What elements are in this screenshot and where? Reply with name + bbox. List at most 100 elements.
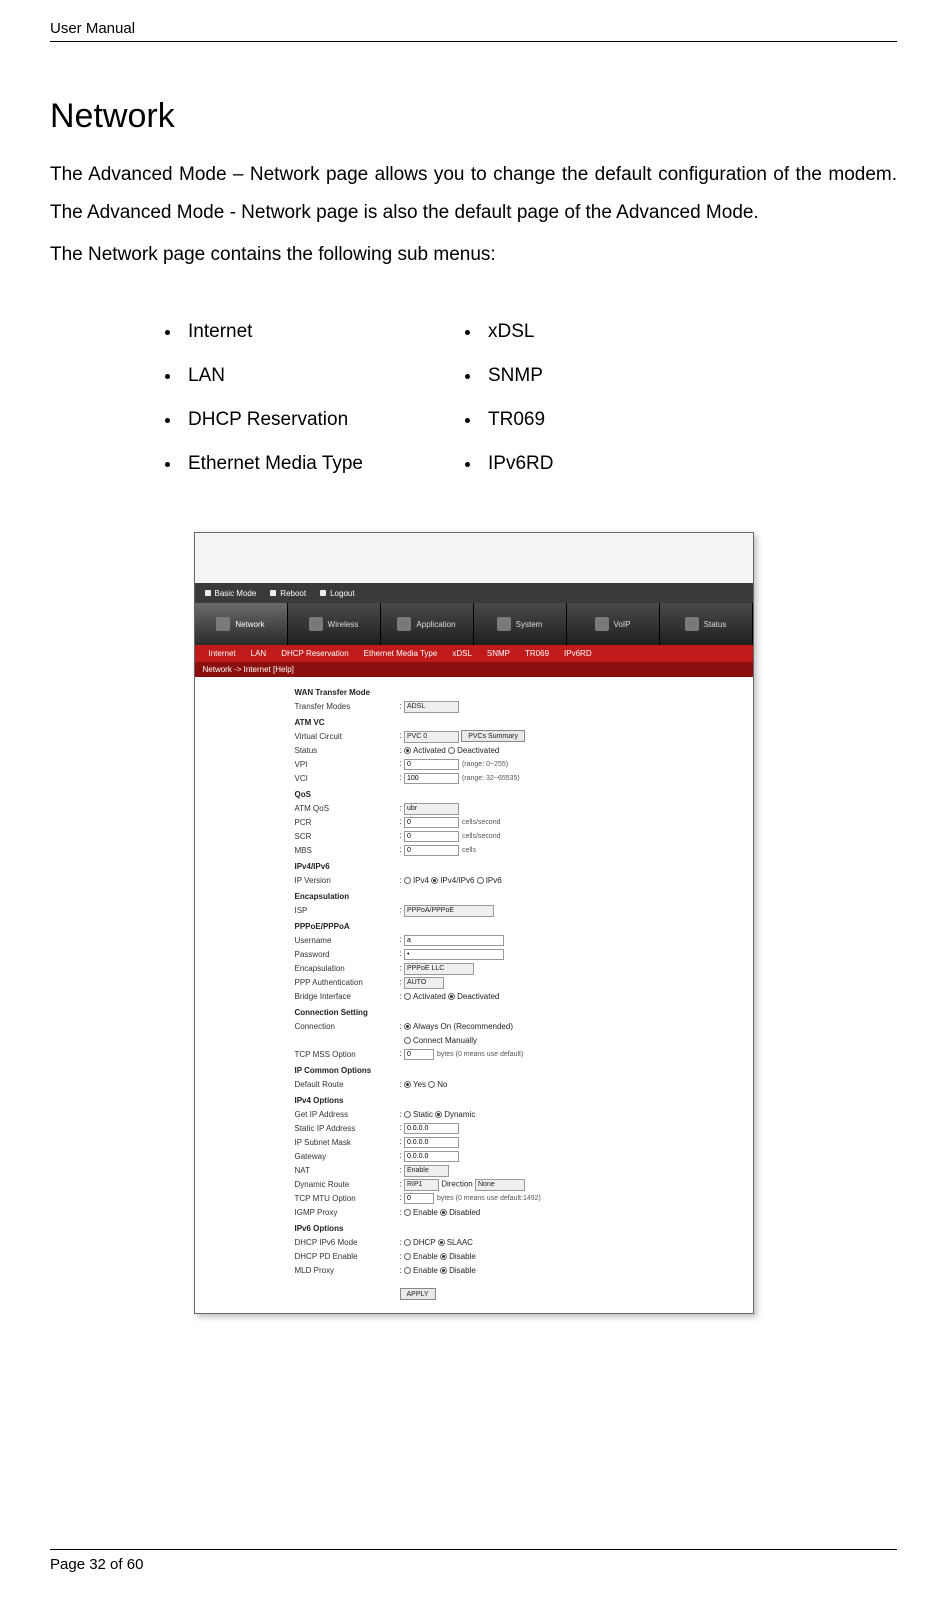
apply-button[interactable]: APPLY xyxy=(400,1288,436,1300)
status-icon xyxy=(685,617,699,631)
label-mbs: MBS xyxy=(295,846,400,855)
always-on-radio[interactable] xyxy=(404,1023,411,1030)
label-transfer-modes: Transfer Modes xyxy=(295,702,400,711)
logout-link[interactable]: Logout xyxy=(320,589,354,598)
isp-select[interactable]: PPPoA/PPPoE xyxy=(404,905,494,917)
tab-network[interactable]: Network xyxy=(195,603,288,645)
encapsulation-select[interactable]: PPPoE LLC xyxy=(404,963,474,975)
subnet-input[interactable] xyxy=(404,1137,459,1148)
username-input[interactable] xyxy=(404,935,504,946)
label-subnet: IP Subnet Mask xyxy=(295,1138,400,1147)
page-footer-prefix: Page xyxy=(50,1556,89,1573)
static-ip-input[interactable] xyxy=(404,1123,459,1134)
connect-manually-radio[interactable] xyxy=(404,1037,411,1044)
igmp-disabled-radio[interactable] xyxy=(440,1209,447,1216)
router-breadcrumb: Network -> Internet [Help] xyxy=(195,662,753,677)
label-dhcp-ipv6-mode: DHCP IPv6 Mode xyxy=(295,1238,400,1247)
label-dhcp-pd: DHCP PD Enable xyxy=(295,1252,400,1261)
direction-select[interactable]: None xyxy=(475,1179,525,1191)
subtab-xdsl[interactable]: xDSL xyxy=(452,649,472,658)
dhcp-pd-enable-radio[interactable] xyxy=(404,1253,411,1260)
pcr-input[interactable] xyxy=(404,817,459,828)
section-encapsulation: Encapsulation xyxy=(295,892,743,901)
slaac-radio[interactable] xyxy=(438,1239,445,1246)
subtab-internet[interactable]: Internet xyxy=(209,649,236,658)
subtab-tr069[interactable]: TR069 xyxy=(525,649,549,658)
default-route-yes-radio[interactable] xyxy=(404,1081,411,1088)
label-get-ip: Get IP Address xyxy=(295,1110,400,1119)
section-ip-common: IP Common Options xyxy=(295,1066,743,1075)
tcp-mss-input[interactable] xyxy=(404,1049,434,1060)
router-screenshot: Basic Mode Reboot Logout Network Wireles… xyxy=(194,532,754,1314)
tab-application[interactable]: Application xyxy=(381,603,474,645)
section-connection: Connection Setting xyxy=(295,1008,743,1017)
submenu-columns: Internet LAN DHCP Reservation Ethernet M… xyxy=(50,299,897,497)
label-scr: SCR xyxy=(295,832,400,841)
transfer-modes-select[interactable]: ADSL xyxy=(404,701,459,713)
get-ip-static-radio[interactable] xyxy=(404,1111,411,1118)
gateway-input[interactable] xyxy=(404,1151,459,1162)
status-activated-radio[interactable] xyxy=(404,747,411,754)
status-deactivated-radio[interactable] xyxy=(448,747,455,754)
ipv6-radio[interactable] xyxy=(477,877,484,884)
page-footer-of: of 60 xyxy=(106,1556,144,1573)
subtab-ethernet-media[interactable]: Ethernet Media Type xyxy=(364,649,438,658)
submenu-item: LAN xyxy=(182,365,460,387)
subtab-ipv6rd[interactable]: IPv6RD xyxy=(564,649,592,658)
label-tcp-mss: TCP MSS Option xyxy=(295,1050,400,1059)
ppp-auth-select[interactable]: AUTO xyxy=(404,977,444,989)
label-nat: NAT xyxy=(295,1166,400,1175)
subtab-snmp[interactable]: SNMP xyxy=(487,649,510,658)
bridge-deactivated-radio[interactable] xyxy=(448,993,455,1000)
tab-wireless[interactable]: Wireless xyxy=(288,603,381,645)
subtab-dhcp-reservation[interactable]: DHCP Reservation xyxy=(281,649,348,658)
ipv4-radio[interactable] xyxy=(404,877,411,884)
vpi-input[interactable] xyxy=(404,759,459,770)
submenu-item: IPv6RD xyxy=(482,453,760,475)
page-header: User Manual xyxy=(50,20,897,42)
dhcp-radio[interactable] xyxy=(404,1239,411,1246)
subtab-lan[interactable]: LAN xyxy=(251,649,267,658)
dhcp-pd-disable-radio[interactable] xyxy=(440,1253,447,1260)
label-gateway: Gateway xyxy=(295,1152,400,1161)
label-ip-version: IP Version xyxy=(295,876,400,885)
router-sub-tabs: Internet LAN DHCP Reservation Ethernet M… xyxy=(195,645,753,662)
section-ipv6-options: IPv6 Options xyxy=(295,1224,743,1233)
label-igmp-proxy: IGMP Proxy xyxy=(295,1208,400,1217)
tcp-mtu-input[interactable] xyxy=(404,1193,434,1204)
mbs-input[interactable] xyxy=(404,845,459,856)
vci-input[interactable] xyxy=(404,773,459,784)
network-icon xyxy=(216,617,230,631)
document-title: User Manual xyxy=(50,20,897,37)
mld-enable-radio[interactable] xyxy=(404,1267,411,1274)
label-connection: Connection xyxy=(295,1022,400,1031)
ipv4-ipv6-radio[interactable] xyxy=(431,877,438,884)
section-ipv4-options: IPv4 Options xyxy=(295,1096,743,1105)
mld-disable-radio[interactable] xyxy=(440,1267,447,1274)
tab-status[interactable]: Status xyxy=(660,603,753,645)
pvc-select[interactable]: PVC 0 xyxy=(404,731,459,743)
tab-voip[interactable]: VoIP xyxy=(567,603,660,645)
atm-qos-select[interactable]: ubr xyxy=(404,803,459,815)
bridge-activated-radio[interactable] xyxy=(404,993,411,1000)
submenu-item: SNMP xyxy=(482,365,760,387)
label-isp: ISP xyxy=(295,906,400,915)
submenu-column-right: xDSL SNMP TR069 IPv6RD xyxy=(460,299,760,497)
reboot-link[interactable]: Reboot xyxy=(270,589,306,598)
pvcs-summary-button[interactable]: PVCs Summary xyxy=(461,730,525,742)
basic-mode-link[interactable]: Basic Mode xyxy=(205,589,257,598)
password-input[interactable] xyxy=(404,949,504,960)
nat-select[interactable]: Enable xyxy=(404,1165,449,1177)
label-password: Password xyxy=(295,950,400,959)
dynamic-route-select[interactable]: RIP1 xyxy=(404,1179,439,1191)
label-vci: VCI xyxy=(295,774,400,783)
default-route-no-radio[interactable] xyxy=(428,1081,435,1088)
section-qos: QoS xyxy=(295,790,743,799)
system-icon xyxy=(497,617,511,631)
get-ip-dynamic-radio[interactable] xyxy=(435,1111,442,1118)
tab-system[interactable]: System xyxy=(474,603,567,645)
scr-input[interactable] xyxy=(404,831,459,842)
label-username: Username xyxy=(295,936,400,945)
igmp-enable-radio[interactable] xyxy=(404,1209,411,1216)
submenu-item: Ethernet Media Type xyxy=(182,453,460,475)
